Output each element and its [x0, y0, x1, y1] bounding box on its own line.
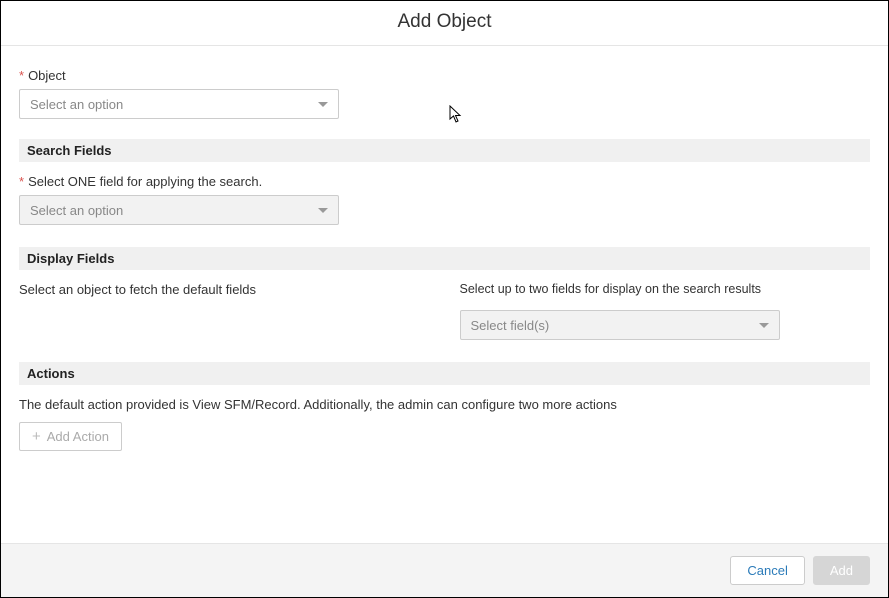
add-action-label: Add Action — [47, 429, 109, 444]
chevron-down-icon — [318, 208, 328, 213]
actions-body: The default action provided is View SFM/… — [19, 397, 870, 473]
required-asterisk-icon: * — [19, 174, 24, 189]
object-select-placeholder: Select an option — [30, 97, 123, 112]
actions-header: Actions — [19, 362, 870, 385]
search-fields-select-placeholder: Select an option — [30, 203, 123, 218]
display-fields-body: Select an object to fetch the default fi… — [19, 282, 870, 362]
dialog-header: Add Object — [1, 1, 888, 46]
chevron-down-icon — [759, 323, 769, 328]
display-fields-left-text: Select an object to fetch the default fi… — [19, 282, 430, 297]
search-fields-body: * Select ONE field for applying the searc… — [19, 174, 870, 247]
display-fields-select-placeholder: Select field(s) — [471, 318, 550, 333]
search-fields-header: Search Fields — [19, 139, 870, 162]
required-asterisk-icon: * — [19, 68, 24, 83]
plus-icon: + — [32, 429, 41, 444]
add-action-button[interactable]: + Add Action — [19, 422, 122, 451]
actions-description: The default action provided is View SFM/… — [19, 397, 870, 412]
object-label-text: Object — [28, 68, 66, 83]
object-field-label: * Object — [19, 68, 870, 83]
search-fields-label: * Select ONE field for applying the searc… — [19, 174, 870, 189]
display-fields-select[interactable]: Select field(s) — [460, 310, 780, 340]
cancel-button[interactable]: Cancel — [730, 556, 804, 585]
add-button[interactable]: Add — [813, 556, 870, 585]
search-fields-select[interactable]: Select an option — [19, 195, 339, 225]
chevron-down-icon — [318, 102, 328, 107]
dialog-footer: Cancel Add — [1, 543, 888, 597]
object-field-row: * Object Select an option — [19, 68, 870, 119]
dialog-body: * Object Select an option Search Fields *… — [1, 46, 888, 473]
display-fields-right-hint: Select up to two fields for display on t… — [460, 282, 762, 296]
object-select[interactable]: Select an option — [19, 89, 339, 119]
dialog-title: Add Object — [1, 11, 888, 33]
search-fields-label-text: Select ONE field for applying the search… — [28, 174, 262, 189]
display-fields-header: Display Fields — [19, 247, 870, 270]
